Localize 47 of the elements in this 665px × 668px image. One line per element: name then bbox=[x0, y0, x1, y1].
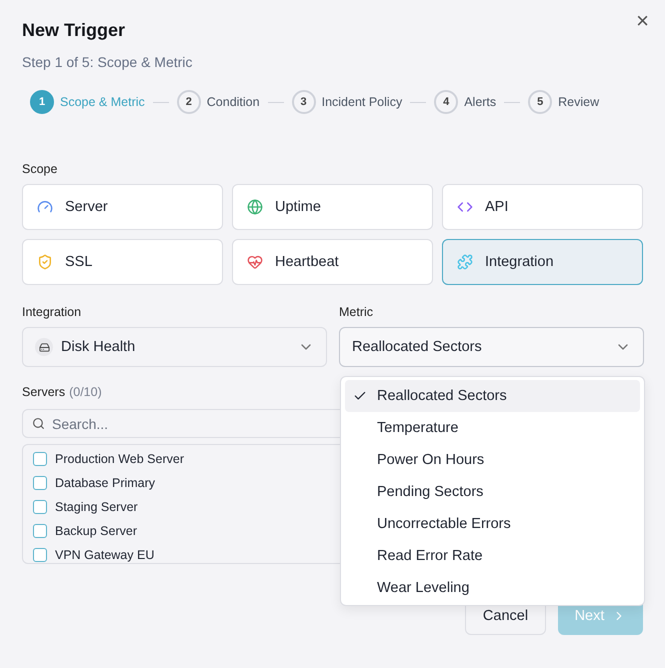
menu-option[interactable]: Read Error Rate bbox=[345, 540, 640, 572]
hard-drive-icon bbox=[35, 338, 53, 356]
step-label[interactable]: Review bbox=[558, 95, 600, 109]
menu-option[interactable]: Uncorrectable Errors bbox=[345, 508, 640, 540]
checkbox[interactable] bbox=[33, 476, 47, 490]
server-count: (0/10) bbox=[69, 385, 102, 399]
step-number: 3 bbox=[292, 90, 316, 114]
step-label[interactable]: Condition bbox=[206, 95, 260, 109]
search-icon bbox=[32, 417, 45, 430]
globe-icon bbox=[247, 199, 263, 215]
shield-icon bbox=[37, 254, 53, 270]
dialog-subtitle: Step 1 of 5: Scope & Metric bbox=[22, 54, 194, 70]
checkbox[interactable] bbox=[33, 500, 47, 514]
checkbox[interactable] bbox=[33, 548, 47, 562]
scope-option[interactable]: SSL bbox=[22, 239, 223, 285]
section-label: Scope bbox=[22, 162, 58, 176]
menu-option[interactable]: Reallocated Sectors bbox=[345, 380, 640, 412]
scope-option[interactable]: Server bbox=[22, 184, 223, 230]
server-name: Backup Server bbox=[55, 524, 137, 538]
checkbox[interactable] bbox=[33, 452, 47, 466]
server-name: Staging Server bbox=[55, 500, 138, 514]
scope-option[interactable]: Uptime bbox=[232, 184, 433, 230]
checkbox[interactable] bbox=[33, 524, 47, 538]
server-name: VPN Gateway EU bbox=[55, 548, 154, 562]
gauge-icon bbox=[37, 199, 53, 215]
server-name: Database Primary bbox=[55, 476, 156, 490]
step-number: 1 bbox=[30, 90, 54, 114]
field-label: Servers bbox=[22, 385, 66, 399]
server-name: Production Web Server bbox=[55, 452, 184, 466]
scope-option[interactable]: Integration bbox=[442, 239, 643, 285]
integration-select[interactable]: Disk Health bbox=[22, 327, 327, 367]
step-number: 4 bbox=[434, 90, 458, 114]
step-label[interactable]: Alerts bbox=[464, 95, 496, 109]
scope-option[interactable]: API bbox=[442, 184, 643, 230]
close-button[interactable]: × bbox=[632, 8, 653, 34]
scope-option[interactable]: Heartbeat bbox=[232, 239, 433, 285]
field-label: Metric bbox=[339, 305, 374, 319]
field-label: Integration bbox=[22, 305, 82, 319]
dialog-title: New Trigger bbox=[22, 20, 126, 42]
step-number: 5 bbox=[528, 90, 552, 114]
heart-pulse-icon bbox=[247, 254, 263, 270]
menu-option[interactable]: Power On Hours bbox=[345, 444, 640, 476]
menu-option[interactable]: Pending Sectors bbox=[345, 476, 640, 508]
metric-select[interactable]: Reallocated Sectors bbox=[339, 327, 644, 367]
step-number: 2 bbox=[176, 90, 201, 114]
puzzle-icon bbox=[457, 254, 473, 270]
step-label[interactable]: Incident Policy bbox=[322, 95, 402, 109]
